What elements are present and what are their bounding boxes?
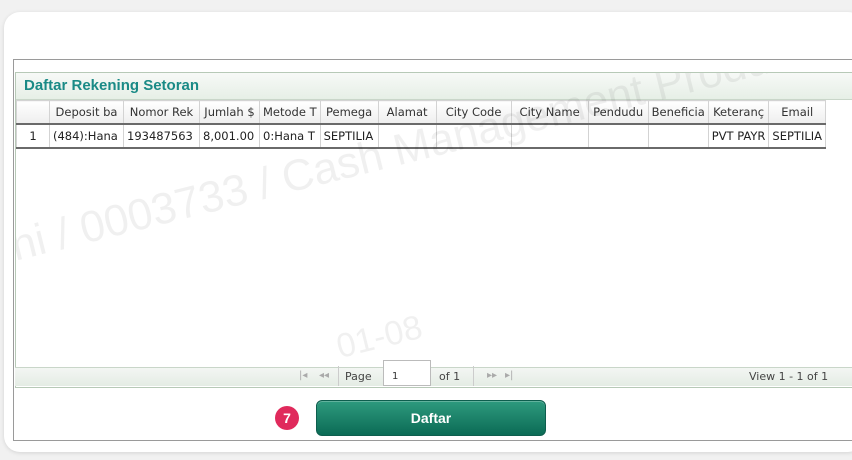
account-grid: Deposit ba Nomor Rek Jumlah $ Metode T P… bbox=[16, 100, 827, 149]
cell-city-code[interactable] bbox=[435, 123, 512, 149]
column-header-city-code[interactable]: City Code bbox=[435, 100, 512, 125]
pager-divider bbox=[338, 366, 339, 386]
column-header-description[interactable]: Keteranç bbox=[707, 100, 770, 125]
cell-city-name[interactable] bbox=[510, 123, 589, 149]
column-header-deposit-bank[interactable]: Deposit ba bbox=[49, 100, 124, 125]
page-of-label: of 1 bbox=[439, 370, 461, 383]
cell-holder[interactable]: SEPTILIA bbox=[319, 123, 379, 149]
grid-pager: |◂ ◂◂ Page of 1 ▸▸ ▸| View 1 - 1 of 1 bbox=[15, 360, 852, 386]
first-page-icon[interactable]: |◂ bbox=[299, 370, 307, 381]
cell-description[interactable]: PVT PAYR bbox=[707, 123, 770, 149]
column-header-holder[interactable]: Pemega bbox=[319, 100, 379, 125]
prev-page-icon[interactable]: ◂◂ bbox=[319, 370, 329, 381]
column-header-email[interactable]: Email bbox=[768, 100, 827, 125]
page-number-input[interactable] bbox=[383, 360, 431, 386]
pager-divider bbox=[473, 366, 474, 386]
column-header-account-number[interactable]: Nomor Rek bbox=[123, 100, 200, 125]
column-header-method[interactable]: Metode T bbox=[259, 100, 321, 125]
cell-amount[interactable]: 8,001.00 bbox=[199, 123, 260, 149]
row-number: 1 bbox=[16, 123, 50, 149]
view-count-text: View 1 - 1 of 1 bbox=[749, 370, 829, 383]
grid-panel: Daftar Rekening Setoran Deposit ba Nomor… bbox=[15, 72, 852, 388]
column-header-city-name[interactable]: City Name bbox=[510, 100, 589, 125]
daftar-button[interactable]: Daftar bbox=[316, 400, 546, 436]
table-row[interactable]: 1 (484):Hana 193487563 8,001.00 0:Hana T… bbox=[16, 123, 827, 149]
column-header-address[interactable]: Alamat bbox=[377, 100, 437, 125]
cell-beneficiary[interactable] bbox=[647, 123, 709, 149]
column-header-resident[interactable]: Pendudu bbox=[587, 100, 649, 125]
step-number-badge: 7 bbox=[275, 406, 299, 430]
watermark-date: 01-08 bbox=[332, 308, 427, 366]
column-header-rownum bbox=[16, 100, 50, 125]
cell-email[interactable]: SEPTILIA bbox=[768, 123, 827, 149]
grid-header-row: Deposit ba Nomor Rek Jumlah $ Metode T P… bbox=[16, 100, 827, 125]
cell-address[interactable] bbox=[377, 123, 437, 149]
cell-resident[interactable] bbox=[587, 123, 649, 149]
column-header-beneficiary[interactable]: Beneficia bbox=[647, 100, 709, 125]
next-page-icon[interactable]: ▸▸ bbox=[487, 370, 497, 381]
last-page-icon[interactable]: ▸| bbox=[505, 370, 513, 381]
cell-method[interactable]: 0:Hana T bbox=[259, 123, 321, 149]
column-header-amount[interactable]: Jumlah $ bbox=[199, 100, 260, 125]
page-label: Page bbox=[345, 370, 372, 383]
cell-account-number[interactable]: 193487563 bbox=[123, 123, 200, 149]
panel-title: Daftar Rekening Setoran bbox=[16, 73, 852, 100]
cell-deposit-bank[interactable]: (484):Hana bbox=[49, 123, 124, 149]
